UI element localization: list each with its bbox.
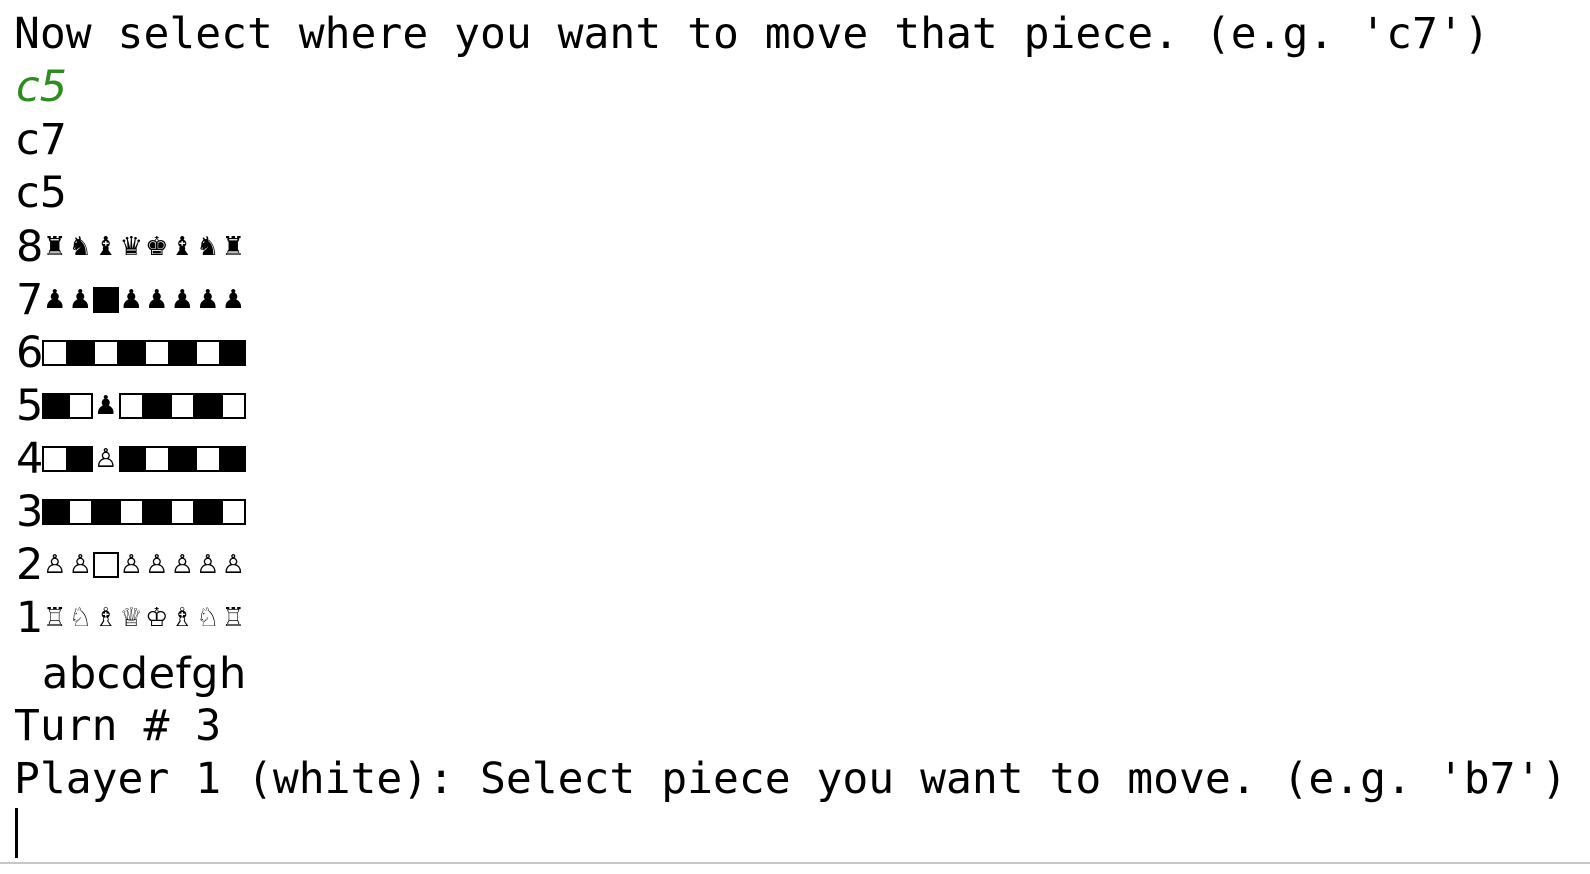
board-rank-row: 1 ♖ ♘ ♗ ♕ ♔ ♗ ♘ ♖ xyxy=(16,592,246,644)
empty-light-square xyxy=(169,499,195,525)
chess-piece-icon: ♙ xyxy=(145,550,169,580)
rank-label: 5 xyxy=(16,381,44,431)
turn-counter: Turn # 3 xyxy=(14,701,222,751)
chess-piece-icon: ♟ xyxy=(170,285,194,315)
chess-piece-icon: ♗ xyxy=(94,603,118,633)
chess-piece-icon: ♙ xyxy=(196,550,220,580)
text-cursor[interactable] xyxy=(15,808,18,858)
board-rank-row: 4 ♙ xyxy=(16,433,246,485)
empty-light-square xyxy=(144,446,170,472)
chess-piece-icon: ♗ xyxy=(170,603,194,633)
chess-piece-icon: ♖ xyxy=(221,603,245,633)
rank-label: 1 xyxy=(16,593,44,643)
chess-piece-icon: ♛ xyxy=(119,232,143,262)
empty-dark-square xyxy=(220,340,246,366)
empty-light-square xyxy=(42,446,68,472)
rank-squares xyxy=(42,327,246,379)
chess-piece-icon: ♙ xyxy=(170,550,194,580)
board-rank-row: 5 ♟ xyxy=(16,380,246,432)
rank-label: 4 xyxy=(16,434,44,484)
empty-light-square xyxy=(93,552,119,578)
chess-piece-icon: ♟ xyxy=(221,285,245,315)
log-move-to: c5 xyxy=(16,168,67,218)
empty-dark-square xyxy=(42,499,68,525)
empty-dark-square xyxy=(67,340,93,366)
chess-piece-icon: ♙ xyxy=(68,550,92,580)
chess-piece-icon: ♘ xyxy=(68,603,92,633)
empty-dark-square xyxy=(67,446,93,472)
empty-light-square xyxy=(220,393,246,419)
board-rank-row: 8 ♜ ♞ ♝ ♛ ♚ ♝ ♞ ♜ xyxy=(16,221,246,273)
empty-light-square xyxy=(118,393,144,419)
user-input-echo: c5 xyxy=(16,62,67,112)
board-rank-row: 2 ♙ ♙ ♙ ♙ ♙ ♙ ♙ xyxy=(16,539,246,591)
empty-dark-square xyxy=(118,446,144,472)
terminal-console[interactable]: Now select where you want to move that p… xyxy=(0,0,1590,864)
chess-piece-icon: ♚ xyxy=(145,232,169,262)
empty-light-square xyxy=(195,340,221,366)
board-rank-row: 7 ♟ ♟ ♟ ♟ ♟ ♟ ♟ xyxy=(16,274,246,326)
empty-light-square xyxy=(118,499,144,525)
move-destination-prompt: Now select where you want to move that p… xyxy=(14,9,1490,59)
rank-squares xyxy=(42,486,246,538)
chess-piece-icon: ♞ xyxy=(196,232,220,262)
empty-light-square xyxy=(195,446,221,472)
empty-light-square xyxy=(93,340,119,366)
empty-light-square xyxy=(169,393,195,419)
log-move-from: c7 xyxy=(16,115,67,165)
chess-piece-icon: ♟ xyxy=(119,285,143,315)
empty-light-square xyxy=(67,499,93,525)
empty-dark-square xyxy=(169,446,195,472)
empty-dark-square xyxy=(144,393,170,419)
board-rank-row: 6 xyxy=(16,327,246,379)
rank-squares: ♙ xyxy=(42,433,246,485)
empty-dark-square xyxy=(220,446,246,472)
chess-piece-icon: ♙ xyxy=(94,444,118,474)
chess-piece-icon: ♟ xyxy=(196,285,220,315)
chess-piece-icon: ♘ xyxy=(196,603,220,633)
empty-dark-square xyxy=(195,499,221,525)
chess-piece-icon: ♜ xyxy=(43,232,67,262)
chess-piece-icon: ♜ xyxy=(221,232,245,262)
chess-piece-icon: ♞ xyxy=(68,232,92,262)
empty-light-square xyxy=(42,340,68,366)
chess-piece-icon: ♙ xyxy=(43,550,67,580)
board-rank-row: 3 xyxy=(16,486,246,538)
rank-label: 7 xyxy=(16,275,44,325)
empty-dark-square xyxy=(169,340,195,366)
empty-light-square xyxy=(67,393,93,419)
rank-label: 8 xyxy=(16,222,44,272)
empty-dark-square xyxy=(195,393,221,419)
empty-dark-square xyxy=(42,393,68,419)
empty-dark-square xyxy=(93,499,119,525)
chess-piece-icon: ♙ xyxy=(119,550,143,580)
rank-label: 2 xyxy=(16,540,44,590)
chess-piece-icon: ♝ xyxy=(94,232,118,262)
chess-piece-icon: ♝ xyxy=(170,232,194,262)
chess-piece-icon: ♟ xyxy=(145,285,169,315)
empty-dark-square xyxy=(93,287,119,313)
empty-light-square xyxy=(144,340,170,366)
rank-squares: ♟ xyxy=(42,380,246,432)
rank-label: 3 xyxy=(16,487,44,537)
chess-piece-icon: ♟ xyxy=(43,285,67,315)
rank-squares: ♙ ♙ ♙ ♙ ♙ ♙ ♙ xyxy=(42,539,246,591)
chess-piece-icon: ♟ xyxy=(94,391,118,421)
select-piece-prompt: Player 1 (white): Select piece you want … xyxy=(14,754,1568,804)
empty-light-square xyxy=(220,499,246,525)
chess-piece-icon: ♖ xyxy=(43,603,67,633)
rank-squares: ♖ ♘ ♗ ♕ ♔ ♗ ♘ ♖ xyxy=(42,592,246,644)
rank-squares: ♟ ♟ ♟ ♟ ♟ ♟ ♟ xyxy=(42,274,246,326)
rank-squares: ♜ ♞ ♝ ♛ ♚ ♝ ♞ ♜ xyxy=(42,221,246,273)
empty-dark-square xyxy=(118,340,144,366)
chess-piece-icon: ♕ xyxy=(119,603,143,633)
file-labels: abcdefgh xyxy=(42,649,247,699)
chess-piece-icon: ♟ xyxy=(68,285,92,315)
chess-piece-icon: ♔ xyxy=(145,603,169,633)
empty-dark-square xyxy=(144,499,170,525)
rank-label: 6 xyxy=(16,328,44,378)
chess-piece-icon: ♙ xyxy=(221,550,245,580)
